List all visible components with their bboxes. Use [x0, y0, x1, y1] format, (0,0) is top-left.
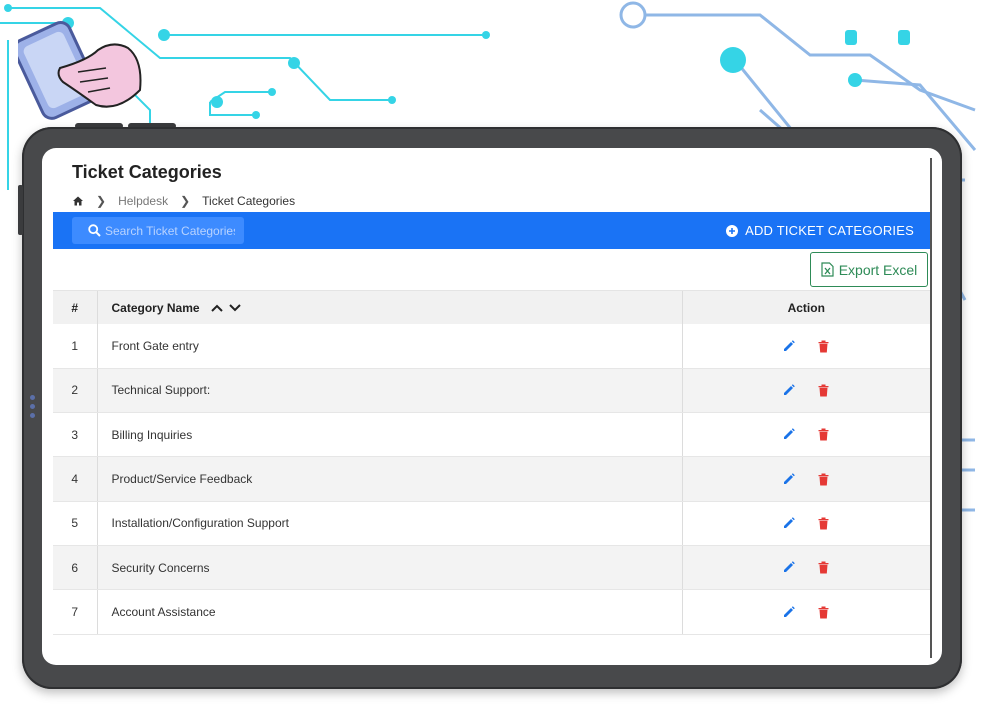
chevron-right-icon: ❯ — [96, 194, 107, 208]
row-number: 6 — [53, 545, 98, 591]
table-row: 2 Technical Support: — [53, 368, 930, 414]
row-actions — [682, 589, 930, 635]
row-category-name: Account Assistance — [97, 589, 683, 635]
column-header-category-name[interactable]: Category Name — [97, 291, 683, 324]
app-content: Ticket Categories ❯ Helpdesk ❯ Ticket Ca… — [53, 148, 932, 665]
categories-table: # Category Name Action 1 Front Gate entr… — [53, 291, 930, 635]
row-number: 1 — [53, 324, 98, 369]
scrollbar[interactable] — [930, 158, 932, 658]
excel-icon — [821, 262, 834, 277]
table-body: 1 Front Gate entry 2 Technical Support: — [53, 324, 930, 635]
search-box[interactable] — [72, 217, 244, 244]
row-actions — [682, 412, 930, 458]
row-actions — [682, 456, 930, 502]
table-row: 4 Product/Service Feedback — [53, 456, 930, 502]
chevron-right-icon: ❯ — [180, 194, 191, 208]
table-header-row: # Category Name Action — [53, 291, 930, 324]
search-icon — [88, 224, 101, 237]
export-excel-label: Export Excel — [838, 261, 918, 278]
delete-icon[interactable] — [814, 381, 834, 401]
column-header-action: Action — [787, 300, 825, 315]
row-category-name: Installation/Configuration Support — [97, 501, 683, 546]
table-row: 1 Front Gate entry — [53, 324, 930, 369]
search-input[interactable] — [105, 223, 235, 238]
tablet-side-button — [18, 185, 23, 235]
column-header-label: Category Name — [111, 300, 200, 315]
toolbar: ADD TICKET CATEGORIES — [53, 212, 930, 249]
edit-icon[interactable] — [779, 336, 799, 356]
edit-icon[interactable] — [779, 557, 799, 577]
delete-icon[interactable] — [814, 602, 834, 622]
row-number: 2 — [53, 368, 98, 414]
row-category-name: Security Concerns — [97, 545, 683, 591]
row-category-name: Technical Support: — [97, 368, 683, 414]
stage: Ticket Categories ❯ Helpdesk ❯ Ticket Ca… — [0, 0, 993, 719]
page-title: Ticket Categories — [72, 162, 222, 182]
row-category-name: Front Gate entry — [97, 324, 683, 369]
column-header-number: # — [53, 291, 98, 324]
breadcrumb-helpdesk[interactable]: Helpdesk — [118, 194, 168, 208]
breadcrumb: ❯ Helpdesk ❯ Ticket Categories — [72, 194, 295, 208]
row-category-name: Product/Service Feedback — [97, 456, 683, 502]
edit-icon[interactable] — [779, 513, 799, 533]
delete-icon[interactable] — [814, 336, 834, 356]
sort-controls — [211, 304, 247, 313]
export-row: Export Excel — [53, 249, 930, 291]
row-number: 3 — [53, 412, 98, 458]
plus-circle-icon — [726, 224, 739, 237]
sort-descending-icon[interactable] — [229, 304, 241, 312]
delete-icon[interactable] — [814, 425, 834, 445]
row-actions — [682, 368, 930, 414]
row-number: 5 — [53, 501, 98, 546]
breadcrumb-current: Ticket Categories — [202, 194, 296, 208]
row-actions — [682, 501, 930, 546]
row-category-name: Billing Inquiries — [97, 412, 683, 458]
add-button-label: ADD TICKET CATEGORIES — [745, 223, 914, 238]
delete-icon[interactable] — [814, 514, 834, 534]
export-excel-button[interactable]: Export Excel — [810, 252, 928, 287]
home-icon[interactable] — [72, 195, 84, 207]
delete-icon[interactable] — [814, 469, 834, 489]
tablet-camera — [30, 395, 36, 425]
edit-icon[interactable] — [779, 424, 799, 444]
row-actions — [682, 545, 930, 591]
edit-icon[interactable] — [779, 602, 799, 622]
delete-icon[interactable] — [814, 558, 834, 578]
table-row: 3 Billing Inquiries — [53, 412, 930, 458]
tablet-screen: Ticket Categories ❯ Helpdesk ❯ Ticket Ca… — [42, 148, 942, 665]
edit-icon[interactable] — [779, 380, 799, 400]
table-row: 7 Account Assistance — [53, 589, 930, 635]
add-ticket-categories-button[interactable]: ADD TICKET CATEGORIES — [726, 223, 914, 238]
edit-icon[interactable] — [779, 469, 799, 489]
table-row: 5 Installation/Configuration Support — [53, 501, 930, 546]
row-number: 4 — [53, 456, 98, 502]
row-number: 7 — [53, 589, 98, 635]
sort-ascending-icon[interactable] — [211, 304, 223, 313]
hand-phone-illustration — [18, 21, 142, 120]
table-row: 6 Security Concerns — [53, 545, 930, 591]
row-actions — [682, 324, 930, 369]
